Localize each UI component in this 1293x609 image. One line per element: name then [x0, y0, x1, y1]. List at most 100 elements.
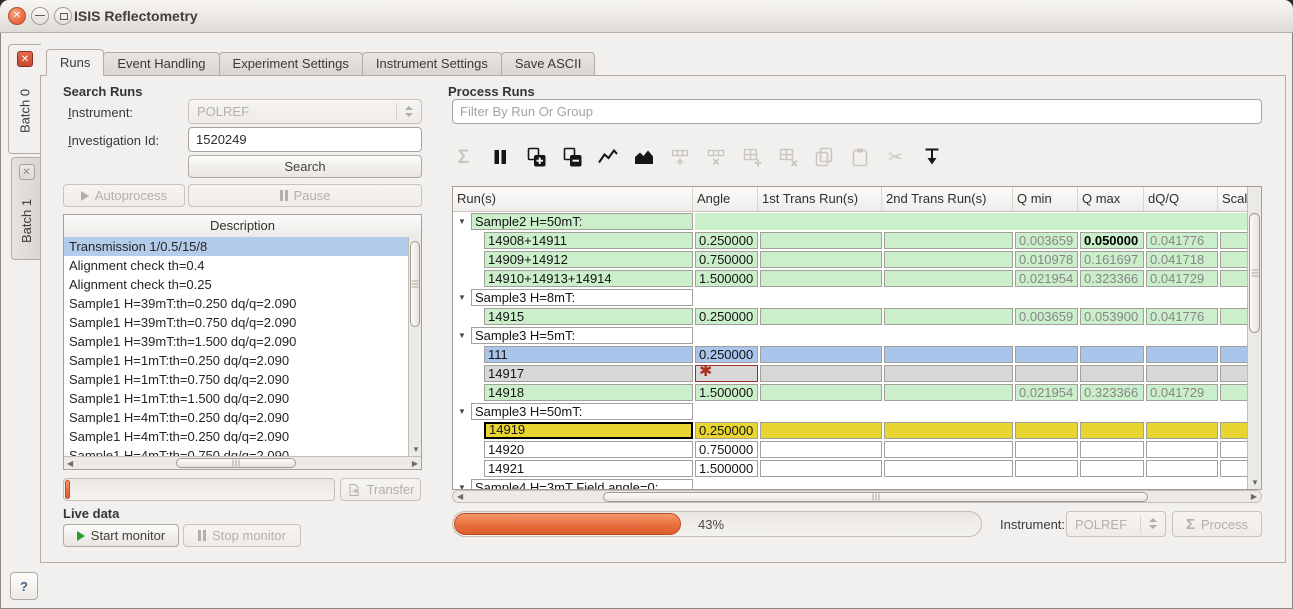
scroll-right-arrow-icon[interactable]: ▶	[1251, 493, 1257, 501]
runs-cell[interactable]: 111	[484, 346, 693, 363]
stop-monitor-button[interactable]: Stop monitor	[183, 524, 301, 547]
trans1-cell[interactable]	[760, 232, 882, 249]
search-result-row[interactable]: Sample1 H=39mT:th=1.500 dq/q=2.090	[64, 332, 408, 351]
group-name-cell[interactable]: Sample3 H=50mT:	[471, 403, 693, 420]
trans2-cell[interactable]	[884, 251, 1013, 268]
run-row[interactable]: 149190.250000	[453, 421, 1261, 440]
batch-tab-1[interactable]: ✕ Batch 1	[11, 157, 41, 260]
group-name-cell[interactable]: Sample2 H=50mT:	[471, 213, 693, 230]
dqq-cell[interactable]: 0.041776	[1146, 308, 1218, 325]
runs-cell[interactable]: 14920	[484, 441, 693, 458]
column-header-2nd-trans-run-s-[interactable]: 2nd Trans Run(s)	[882, 187, 1013, 211]
qmax-cell[interactable]: 0.050000	[1080, 232, 1144, 249]
dqq-cell[interactable]: 0.041729	[1146, 384, 1218, 401]
window-close-button[interactable]: ✕	[8, 7, 26, 25]
qmax-cell[interactable]	[1080, 365, 1144, 382]
runs-cell[interactable]: 14915	[484, 308, 693, 325]
copy-icon[interactable]	[812, 145, 835, 169]
qmin-cell[interactable]	[1015, 365, 1078, 382]
angle-cell[interactable]: 0.250000	[695, 308, 758, 325]
collapse-triangle-icon[interactable]: ▼	[453, 217, 471, 226]
qmax-cell[interactable]	[1080, 460, 1144, 477]
dqq-cell[interactable]	[1146, 346, 1218, 363]
insert-row-icon[interactable]	[668, 145, 691, 169]
tab-runs[interactable]: Runs	[46, 49, 104, 76]
qmin-cell[interactable]: 0.003659	[1015, 232, 1078, 249]
angle-cell[interactable]: 0.750000	[695, 251, 758, 268]
angle-cell[interactable]: 0.250000	[695, 232, 758, 249]
qmax-cell[interactable]	[1080, 441, 1144, 458]
qmax-cell[interactable]: 0.323366	[1080, 270, 1144, 287]
angle-cell[interactable]: 0.250000	[695, 422, 758, 439]
angle-cell[interactable]: 1.500000	[695, 384, 758, 401]
qmin-cell[interactable]	[1015, 422, 1078, 439]
qmin-cell[interactable]	[1015, 441, 1078, 458]
trans1-cell[interactable]	[760, 384, 882, 401]
results-vertical-scrollbar[interactable]: ▼	[408, 237, 421, 456]
qmax-cell[interactable]	[1080, 346, 1144, 363]
runs-cell[interactable]: 14909+14912	[484, 251, 693, 268]
scrollbar-thumb[interactable]	[410, 241, 420, 327]
results-horizontal-scrollbar[interactable]: ◀ ▶	[64, 456, 421, 469]
trans1-cell[interactable]	[760, 441, 882, 458]
plot-runs-icon[interactable]	[596, 145, 619, 169]
description-column-header[interactable]: Description	[64, 215, 421, 238]
qmax-cell[interactable]: 0.053900	[1080, 308, 1144, 325]
dqq-cell[interactable]	[1146, 422, 1218, 439]
trans2-cell[interactable]	[884, 308, 1013, 325]
search-result-row[interactable]: Sample1 H=1mT:th=0.250 dq/q=2.090	[64, 351, 408, 370]
dqq-cell[interactable]: 0.041718	[1146, 251, 1218, 268]
trans2-cell[interactable]	[884, 346, 1013, 363]
collapse-triangle-icon[interactable]: ▼	[453, 293, 471, 302]
trans2-cell[interactable]	[884, 384, 1013, 401]
tab-experiment-settings[interactable]: Experiment Settings	[219, 52, 363, 76]
delete-row-icon[interactable]	[704, 145, 727, 169]
autoprocess-button[interactable]: Autoprocess	[63, 184, 185, 207]
search-result-row[interactable]: Sample1 H=39mT:th=0.250 dq/q=2.090	[64, 294, 408, 313]
trans1-cell[interactable]	[760, 270, 882, 287]
qmin-cell[interactable]: 0.003659	[1015, 308, 1078, 325]
scrollbar-thumb[interactable]	[1249, 213, 1260, 333]
expand-groups-icon[interactable]	[524, 145, 547, 169]
scrollbar-thumb[interactable]	[176, 458, 296, 468]
search-button[interactable]: Search	[188, 155, 422, 178]
trans2-cell[interactable]	[884, 232, 1013, 249]
runs-cell[interactable]: 14918	[484, 384, 693, 401]
tab-instrument-settings[interactable]: Instrument Settings	[362, 52, 502, 76]
trans2-cell[interactable]	[884, 422, 1013, 439]
insert-group-icon[interactable]	[740, 145, 763, 169]
trans2-cell[interactable]	[884, 270, 1013, 287]
trans1-cell[interactable]	[760, 346, 882, 363]
search-result-row[interactable]: Sample1 H=1mT:th=1.500 dq/q=2.090	[64, 389, 408, 408]
search-result-row[interactable]: Sample1 H=4mT:th=0.750 dq/q=2.090	[64, 446, 408, 456]
scrollbar-thumb[interactable]	[603, 492, 1148, 502]
qmin-cell[interactable]: 0.021954	[1015, 270, 1078, 287]
angle-cell[interactable]: 0.750000	[695, 441, 758, 458]
table-vertical-scrollbar[interactable]: ▼	[1247, 187, 1261, 489]
runs-cell[interactable]: 14921	[484, 460, 693, 477]
runs-cell[interactable]: 14917	[484, 365, 693, 382]
plot-groups-icon[interactable]	[632, 145, 655, 169]
run-row[interactable]: 149211.500000	[453, 459, 1261, 478]
process-button[interactable]: ΣProcess	[1172, 511, 1262, 537]
group-name-cell[interactable]: Sample3 H=5mT:	[471, 327, 693, 344]
scroll-left-arrow-icon[interactable]: ◀	[67, 460, 73, 468]
paste-icon[interactable]	[848, 145, 871, 169]
search-result-row[interactable]: Sample1 H=4mT:th=0.250 dq/q=2.090	[64, 408, 408, 427]
start-monitor-button[interactable]: Start monitor	[63, 524, 179, 547]
collapse-triangle-icon[interactable]: ▼	[453, 331, 471, 340]
angle-cell[interactable]: 0.250000	[695, 346, 758, 363]
invalid-angle-cell[interactable]: ✱	[695, 365, 758, 382]
angle-cell[interactable]: 1.500000	[695, 270, 758, 287]
collapse-groups-icon[interactable]	[560, 145, 583, 169]
runs-cell[interactable]: 14908+14911	[484, 232, 693, 249]
scroll-down-arrow-icon[interactable]: ▼	[412, 446, 420, 454]
scroll-down-arrow-icon[interactable]: ▼	[1251, 479, 1259, 487]
process-icon[interactable]: Σ	[452, 145, 475, 169]
trans2-cell[interactable]	[884, 441, 1013, 458]
cut-icon[interactable]: ✂	[884, 145, 907, 169]
dqq-cell[interactable]	[1146, 441, 1218, 458]
qmax-cell[interactable]: 0.161697	[1080, 251, 1144, 268]
group-row[interactable]: ▼Sample4 H=3mT Field angle=0:	[453, 478, 1261, 490]
batch-0-close-button[interactable]: ✕	[17, 51, 33, 67]
